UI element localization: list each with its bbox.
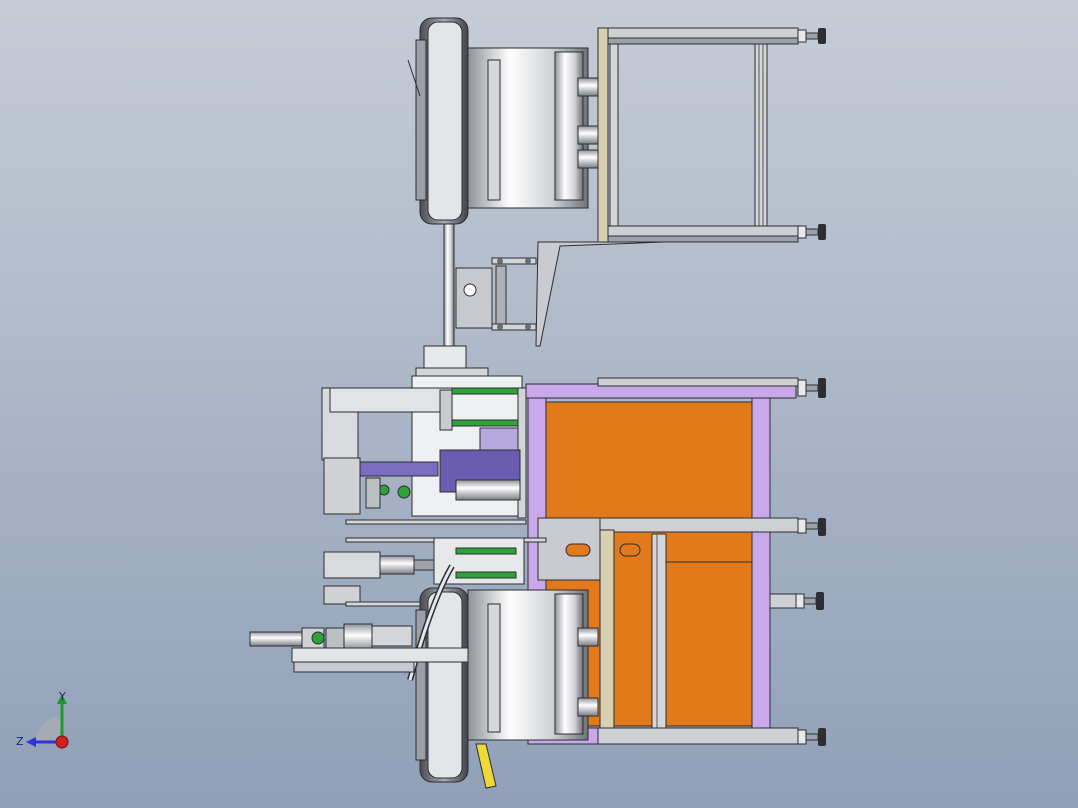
- upper-feed-chute[interactable]: [443, 223, 455, 365]
- cad-viewport[interactable]: Y Z: [0, 0, 1078, 808]
- purple-frame-right-post[interactable]: [751, 397, 771, 729]
- cad-canvas[interactable]: Y Z: [0, 0, 1078, 808]
- green-guide-rod[interactable]: [447, 387, 519, 395]
- orange-panel-upper[interactable]: [545, 401, 753, 519]
- z-axis-label: Z: [16, 735, 24, 748]
- linear-actuator-rod[interactable]: [249, 631, 303, 647]
- c-frame-press[interactable]: [329, 387, 453, 413]
- x-axis-dot: [55, 735, 69, 749]
- y-axis-label: Y: [58, 690, 66, 703]
- middle-cross-rail[interactable]: [597, 517, 799, 533]
- linear-module-base[interactable]: [291, 647, 469, 663]
- pneumatic-cylinder-mid[interactable]: [323, 551, 381, 579]
